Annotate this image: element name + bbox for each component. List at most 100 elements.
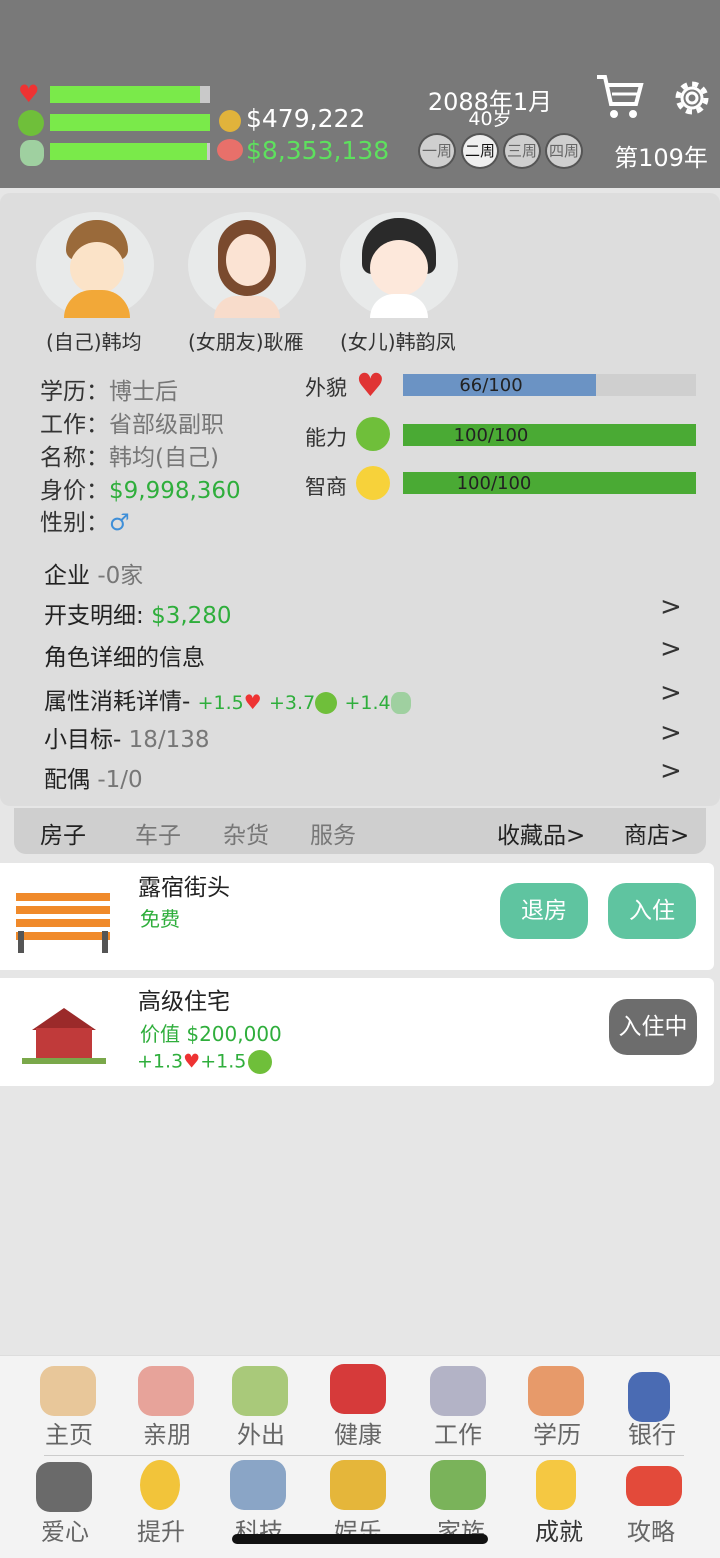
worth-row: 身价：$9,998,360 — [40, 471, 241, 505]
week-3-button[interactable]: 三周 — [503, 133, 541, 169]
appearance-value: 66/100 — [459, 375, 523, 396]
consume-row[interactable]: 属性消耗详情- +1.5♥ +3.7 +1.4 — [44, 682, 411, 716]
tab-shop[interactable]: 商店> — [624, 816, 689, 850]
house-price: 免费 — [140, 907, 180, 931]
week-2-button[interactable]: 二周 — [461, 133, 499, 169]
tab-house[interactable]: 房子 — [40, 816, 86, 850]
nav-education[interactable]: 学历 — [512, 1415, 602, 1450]
ability-bar: 100/100 — [403, 424, 696, 446]
job-row: 工作：省部级副职 — [40, 405, 224, 439]
work-icon — [430, 1366, 486, 1416]
avatar-self[interactable] — [36, 212, 154, 318]
family-tree-icon — [430, 1460, 486, 1510]
cart-icon[interactable] — [594, 72, 644, 122]
house-icon — [22, 1008, 106, 1064]
appearance-label: 外貌 — [305, 376, 347, 400]
nav-charity[interactable]: 爱心 — [20, 1512, 110, 1547]
tab-goods[interactable]: 杂货 — [223, 816, 269, 850]
week-4-button[interactable]: 四周 — [545, 133, 583, 169]
nav-work[interactable]: 工作 — [413, 1415, 503, 1450]
tab-car[interactable]: 车子 — [135, 816, 181, 850]
move-in-button[interactable]: 入住 — [608, 883, 696, 939]
outing-icon — [232, 1366, 288, 1416]
company-value: -0家 — [97, 563, 144, 589]
week-1-button[interactable]: 一周 — [418, 133, 456, 169]
nav-friends[interactable]: 亲朋 — [122, 1415, 212, 1450]
education-row: 学历：博士后 — [40, 372, 178, 406]
assets-amount: $8,353,138 — [246, 136, 390, 165]
worth-label: 身价： — [40, 478, 109, 504]
house-price: 价值 $200,000 — [140, 1022, 282, 1046]
house-name: 高级住宅 — [138, 989, 230, 1015]
green-face-icon — [315, 691, 338, 714]
trophy-cup-icon — [330, 1460, 386, 1510]
family-name-girlfriend: (女朋友)耿雁 — [188, 330, 304, 354]
heart-icon: ♥ — [18, 80, 40, 108]
checkout-button[interactable]: 退房 — [500, 883, 588, 939]
spouse-value: -1/0 — [97, 767, 143, 793]
nav-bank[interactable]: 银行 — [607, 1415, 697, 1450]
bonus-mood: +1.5 — [200, 1050, 247, 1073]
nav-home[interactable]: 主页 — [24, 1415, 114, 1450]
nav-improve[interactable]: 提升 — [116, 1512, 206, 1547]
family-name-daughter: (女儿)韩韵凤 — [340, 330, 456, 354]
male-icon: ♂ — [109, 510, 130, 536]
intelligence-bar — [50, 143, 210, 160]
tab-service[interactable]: 服务 — [310, 816, 356, 850]
avatar-daughter[interactable] — [340, 212, 458, 318]
job-label: 工作： — [40, 412, 109, 438]
chevron-right-icon[interactable]: > — [660, 718, 682, 748]
job-value: 省部级副职 — [109, 412, 224, 438]
player-age: 40岁 — [468, 108, 512, 130]
consume-label: 属性消耗详情- — [44, 689, 191, 715]
tab-collection[interactable]: 收藏品> — [497, 816, 585, 850]
spouse-label: 配偶 — [44, 767, 90, 793]
family-name-self: (自己)韩均 — [46, 330, 142, 354]
house-name: 露宿街头 — [138, 875, 230, 901]
nav-guide[interactable]: 攻略 — [606, 1512, 696, 1547]
green-face-icon — [356, 417, 390, 451]
cash-amount: $479,222 — [246, 104, 366, 133]
goal-row[interactable]: 小目标- 18/138 — [44, 720, 210, 754]
achievement-icon — [536, 1460, 576, 1510]
chevron-right-icon[interactable]: > — [660, 678, 682, 708]
nav-achievement[interactable]: 成就 — [514, 1512, 604, 1547]
green-face-icon — [248, 1050, 273, 1074]
living-in-button[interactable]: 入住中 — [609, 999, 697, 1055]
role-info-row[interactable]: 角色详细的信息 — [44, 638, 205, 672]
company-row: 企业 -0家 — [44, 556, 143, 590]
spouse-row[interactable]: 配偶 -1/0 — [44, 760, 143, 794]
expense-row[interactable]: 开支明细: $3,280 — [44, 596, 232, 630]
appearance-bar: 66/100 — [403, 374, 696, 396]
consume-mood: +3.7 — [269, 692, 316, 714]
iq-label: 智商 — [305, 475, 347, 499]
name-label: 名称： — [40, 445, 109, 471]
list-item: 高级住宅 价值 $200,000 +1.3♥+1.5 入住中 — [0, 978, 714, 1086]
avatar-girlfriend[interactable] — [188, 212, 306, 318]
expense-label: 开支明细: — [44, 603, 144, 629]
coin-icon — [219, 110, 241, 132]
tips-icon — [626, 1466, 682, 1506]
nav-health[interactable]: 健康 — [313, 1415, 403, 1450]
chevron-right-icon[interactable]: > — [660, 756, 682, 786]
mood-face-icon — [18, 110, 44, 136]
friends-icon — [138, 1366, 194, 1416]
goal-label: 小目标- — [44, 727, 122, 753]
smile-face-icon — [356, 466, 390, 500]
gear-icon[interactable] — [670, 76, 714, 120]
house-bonus: +1.3♥+1.5 — [137, 1050, 273, 1074]
piggy-bank-icon — [217, 139, 243, 161]
consume-health: +1.5 — [197, 692, 244, 714]
chevron-right-icon[interactable]: > — [660, 592, 682, 622]
health-bar — [50, 86, 210, 103]
collection-label: 收藏品 — [497, 823, 566, 849]
chevron-right-icon[interactable]: > — [660, 634, 682, 664]
education-label: 学历： — [40, 379, 109, 405]
nav-divider — [44, 1455, 684, 1456]
lightbulb-icon — [140, 1460, 180, 1510]
list-item: 露宿街头 免费 退房 入住 — [0, 863, 714, 970]
broken-heart-icon: ♥ — [356, 366, 385, 404]
ability-value: 100/100 — [453, 425, 529, 446]
name-value: 韩均(自己) — [109, 445, 219, 471]
nav-outing[interactable]: 外出 — [216, 1415, 306, 1450]
